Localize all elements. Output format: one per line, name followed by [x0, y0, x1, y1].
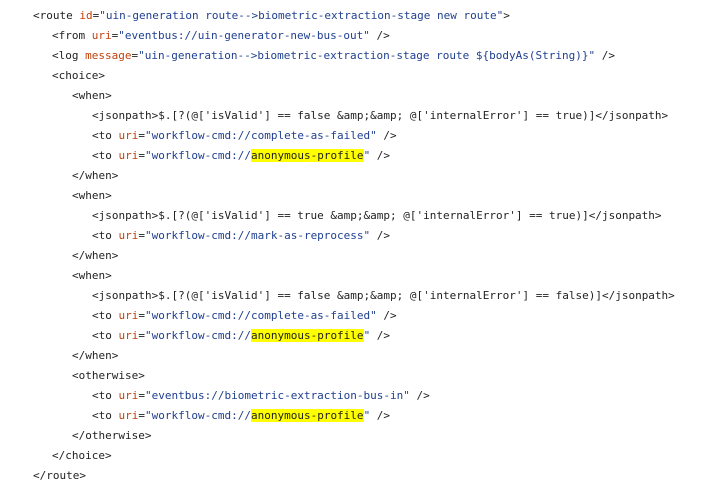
code-line: <to uri="workflow-cmd://anonymous-profil…	[92, 149, 391, 162]
xml-tag: <to	[92, 129, 119, 142]
xml-attribute-name: uri	[118, 129, 139, 142]
xml-attribute-name: uri	[118, 389, 139, 402]
xml-tag-end: />	[370, 329, 391, 342]
xml-tag: <to	[92, 409, 119, 422]
xml-attribute-name: uri	[118, 329, 139, 342]
code-line: <log message="uin-generation-->biometric…	[52, 49, 615, 62]
xml-tag: </when>	[72, 249, 119, 262]
code-line: <jsonpath>$.[?(@['isValid'] == true &amp…	[0, 206, 726, 226]
xml-attribute-value: "workflow-cmd://mark-as-reprocess"	[145, 229, 371, 242]
xml-attribute-name: id	[79, 9, 93, 22]
xml-tag: </choice>	[52, 449, 112, 462]
xml-tag: <when>	[72, 189, 112, 202]
xml-tag-end: </jsonpath>	[595, 109, 669, 122]
code-line: </route>	[0, 466, 726, 486]
xml-tag-end: />	[370, 229, 391, 242]
code-line: <choice>	[0, 66, 726, 86]
code-line: <to uri="eventbus://biometric-extraction…	[92, 389, 430, 402]
xml-tag: <jsonpath>	[92, 109, 159, 122]
xml-tag: </when>	[72, 169, 119, 182]
xml-tag: <route	[33, 9, 80, 22]
code-line: </otherwise>	[0, 426, 726, 446]
code-line: <to uri="workflow-cmd://anonymous-profil…	[92, 409, 391, 422]
code-line: <route id="uin-generation route-->biomet…	[33, 9, 510, 22]
xml-attribute-value: "workflow-cmd://complete-as-failed"	[145, 129, 377, 142]
code-line: <jsonpath>$.[?(@['isValid'] == false &am…	[0, 286, 726, 306]
code-line: </when>	[0, 346, 726, 366]
xml-tag-end: />	[370, 409, 391, 422]
xml-tag-end: />	[409, 389, 430, 402]
xml-tag-end: />	[369, 29, 390, 42]
xml-attribute-name: uri	[118, 409, 139, 422]
xml-tag: <jsonpath>	[92, 289, 159, 302]
jsonpath-expression: $.[?(@['isValid'] == false &amp;&amp; @[…	[158, 109, 596, 122]
code-line: <jsonpath>$.[?(@['isValid'] == false &am…	[0, 106, 726, 126]
xml-tag: <to	[92, 389, 119, 402]
xml-attribute-value: "uin-generation route-->biometric-extrac…	[99, 9, 504, 22]
xml-attribute-value: "eventbus://uin-generator-new-bus-out"	[118, 29, 370, 42]
xml-attribute-value: "uin-generation-->biometric-extraction-s…	[138, 49, 596, 62]
code-line: </when>	[0, 246, 726, 266]
xml-attribute-name: message	[85, 49, 132, 62]
xml-tag-end: </jsonpath>	[588, 209, 662, 222]
code-line: <when>	[0, 86, 726, 106]
xml-tag-end: />	[595, 49, 615, 62]
code-line: <to uri="workflow-cmd://complete-as-fail…	[92, 129, 397, 142]
code-line: <otherwise>	[0, 366, 726, 386]
xml-tag: <from	[52, 29, 92, 42]
xml-tag: <to	[92, 309, 119, 322]
xml-tag-end: >	[503, 9, 510, 22]
xml-tag: </when>	[72, 349, 119, 362]
xml-attribute-value: "workflow-cmd://	[145, 149, 251, 162]
xml-attribute-name: uri	[91, 29, 112, 42]
code-line: </choice>	[0, 446, 726, 466]
xml-tag-end: />	[370, 149, 391, 162]
code-line: <when>	[0, 266, 726, 286]
xml-tag: <log	[52, 49, 86, 62]
jsonpath-expression: $.[?(@['isValid'] == false &amp;&amp; @[…	[158, 289, 602, 302]
code-line: </when>	[0, 166, 726, 186]
xml-tag: </otherwise>	[72, 429, 152, 442]
xml-tag: <otherwise>	[72, 369, 145, 382]
xml-tag: <jsonpath>	[92, 209, 159, 222]
jsonpath-expression: $.[?(@['isValid'] == true &amp;&amp; @['…	[158, 209, 589, 222]
xml-tag: <when>	[72, 89, 112, 102]
xml-attribute-value: "workflow-cmd://	[145, 409, 251, 422]
search-highlight: anonymous-profile	[250, 329, 364, 342]
xml-attribute-name: uri	[118, 149, 139, 162]
xml-attribute-value: "workflow-cmd://complete-as-failed"	[145, 309, 377, 322]
search-highlight: anonymous-profile	[250, 409, 364, 422]
xml-attribute-value: "eventbus://biometric-extraction-bus-in"	[145, 389, 410, 402]
xml-tag-end: />	[376, 129, 397, 142]
xml-tag: <when>	[72, 269, 112, 282]
xml-tag: <choice>	[52, 69, 105, 82]
xml-tag: <to	[92, 149, 119, 162]
xml-attribute-name: uri	[118, 229, 139, 242]
xml-tag-end: />	[376, 309, 397, 322]
search-highlight: anonymous-profile	[250, 149, 364, 162]
xml-attribute-value: "workflow-cmd://	[145, 329, 251, 342]
xml-tag: <to	[92, 229, 119, 242]
code-line: <when>	[0, 186, 726, 206]
code-line: <to uri="workflow-cmd://anonymous-profil…	[92, 329, 391, 342]
xml-tag: <to	[92, 329, 119, 342]
xml-tag: </route>	[33, 469, 86, 482]
code-view: <route id="uin-generation route-->biomet…	[0, 6, 726, 486]
xml-tag-end: </jsonpath>	[601, 289, 675, 302]
code-line: <to uri="workflow-cmd://complete-as-fail…	[92, 309, 397, 322]
code-line: <to uri="workflow-cmd://mark-as-reproces…	[92, 229, 391, 242]
xml-attribute-name: uri	[118, 309, 139, 322]
code-line: <from uri="eventbus://uin-generator-new-…	[52, 29, 390, 42]
